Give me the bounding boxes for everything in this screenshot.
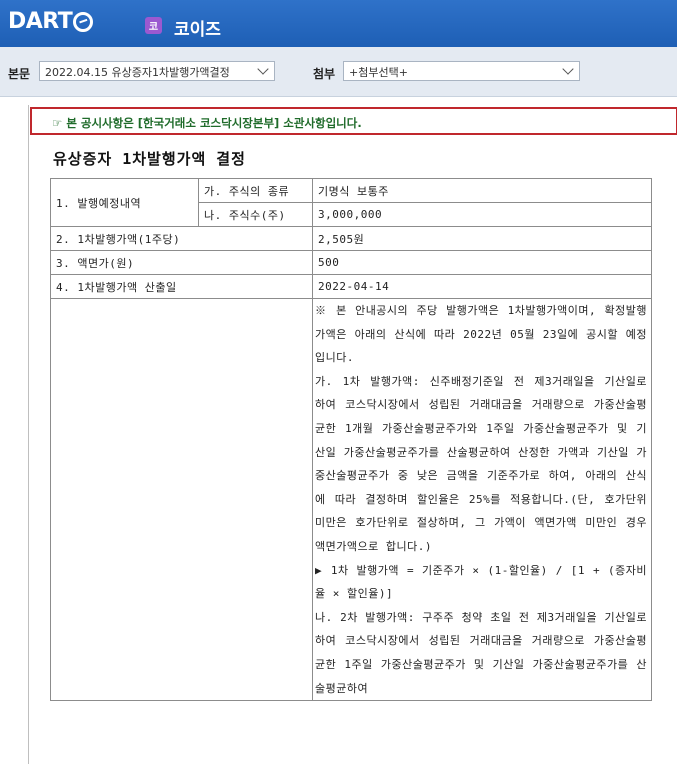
main-report-select-value: 2022.04.15 유상증자1차발행가액결정 [45,66,230,79]
top-header: DART 코 코이즈 [0,0,677,47]
table-row: 4. 1차발행가액 산출일 2022-04-14 [50,274,652,299]
main-report-select[interactable]: 2022.04.15 유상증자1차발행가액결정 [39,61,275,81]
document-viewer[interactable]: ☞ 본 공시사항은 [한국거래소 코스닥시장본부] 소관사항입니다. 유상증자 … [28,105,677,764]
company-badge: 코 [145,17,162,34]
disclosure-table: 1. 발행예정내역 가. 주식의 종류 기명식 보통주 나. 주식수(주) 3,… [50,178,655,702]
attach-label: 첨부 [313,67,336,81]
table-row: 1. 발행예정내역 가. 주식의 종류 기명식 보통주 [50,178,652,227]
row-label: 1. 발행예정내역 [50,178,199,227]
note-paragraph: ※ 본 안내공시의 주당 발행가액은 1차발행가액이며, 확정발행가액은 아래의… [315,304,647,365]
attachment-select-value: +첨부선택+ [349,66,408,79]
row-value: 2022-04-14 [312,274,652,299]
row-value: 기명식 보통주 [312,178,652,203]
row-sublabel: 가. 주식의 종류 [198,178,313,203]
note-paragraph: 가. 1차 발행가액: 신주배정기준일 전 제3거래일을 기산일로 하여 코스닥… [315,374,655,553]
logo-text: DART [8,8,73,34]
company-name: 코이즈 [174,20,221,40]
chevron-down-icon [257,63,269,75]
row-value: 2,505원 [312,226,652,251]
row-label: 3. 액면가(원) [50,250,313,275]
row-label: 4. 1차발행가액 산출일 [50,274,313,299]
row-value: 3,000,000 [312,202,652,227]
logo-emblem-icon [73,11,94,32]
notice-text: ☞ 본 공시사항은 [한국거래소 코스닥시장본부] 소관사항입니다. [52,116,362,130]
note-value: ※ 본 안내공시의 주당 발행가액은 1차발행가액이며, 확정발행가액은 아래의… [312,297,655,702]
table-row: 2. 1차발행가액(1주당) 2,505원 [50,226,652,251]
main-label: 본문 [8,67,31,81]
notice-banner: ☞ 본 공시사항은 [한국거래소 코스닥시장본부] 소관사항입니다. [30,107,677,135]
row-sublabel: 나. 주식수(주) [198,202,313,227]
chevron-down-icon [562,63,574,75]
document-toolbar: 본문 2022.04.15 유상증자1차발행가액결정 첨부 +첨부선택+ [0,47,677,97]
dart-logo[interactable]: DART [8,6,94,36]
table-row: 3. 액면가(원) 500 [50,250,652,275]
note-paragraph: ▶ 1차 발행가액 = 기준주가 × (1-할인율) / [1 + (증자비율 … [315,563,647,601]
row-label: 2. 1차발행가액(1주당) [50,226,313,251]
row-value: 500 [312,250,652,275]
note-paragraph: 나. 2차 발행가액: 구주주 청약 초일 전 제3거래일을 기산일로 하여 코… [315,610,655,695]
note-label-empty [50,297,313,702]
attachment-select[interactable]: +첨부선택+ [343,61,580,81]
document-title: 유상증자 1차발행가액 결정 [53,150,246,168]
table-row: ※ 본 안내공시의 주당 발행가액은 1차발행가액이며, 확정발행가액은 아래의… [50,297,655,702]
